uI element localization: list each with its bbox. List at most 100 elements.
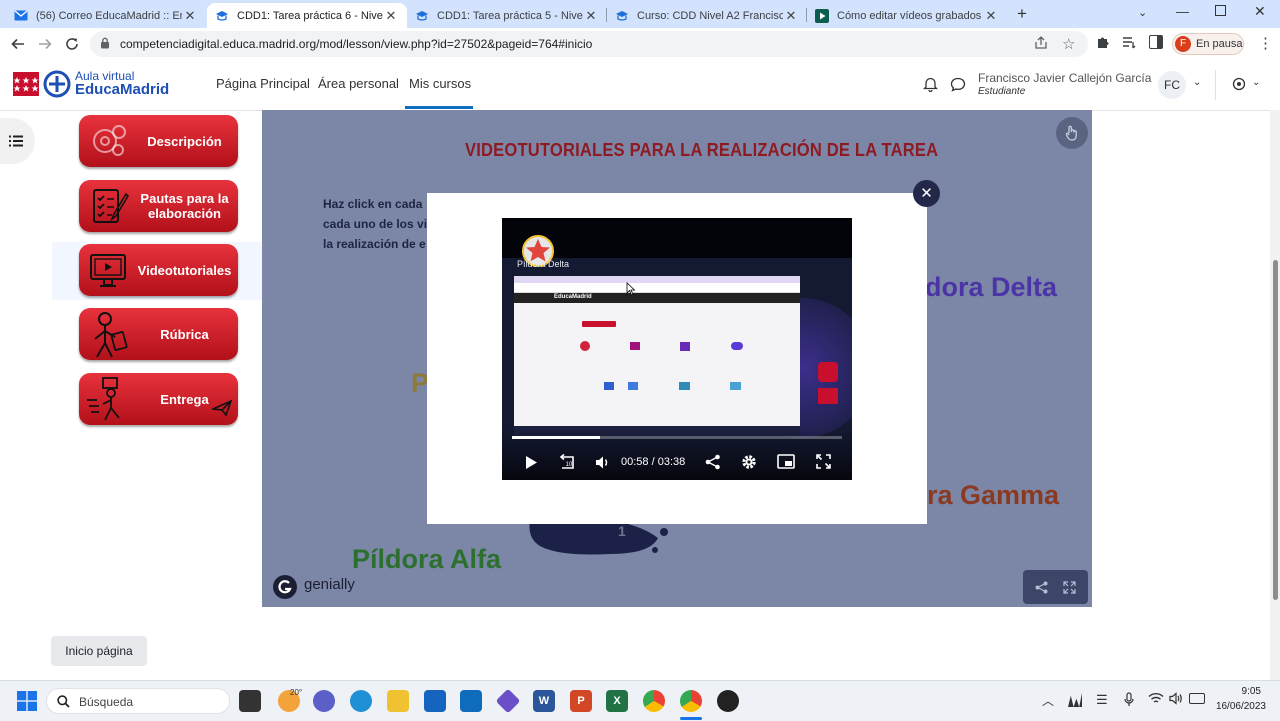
new-tab-button[interactable]: + [1012, 4, 1032, 24]
powerpoint-icon[interactable]: P [570, 690, 592, 712]
rewind-10-icon[interactable]: 10 [558, 453, 576, 474]
sidebar-button-rubrica[interactable]: Rúbrica [79, 308, 238, 360]
address-bar[interactable]: competenciadigital.educa.madrid.org/mod/… [90, 31, 1088, 57]
taskbar-time[interactable]: 9:05 [1221, 686, 1261, 697]
bookmark-star-icon[interactable]: ☆ [1062, 35, 1075, 53]
close-icon[interactable]: ✕ [383, 8, 399, 24]
accessibility-settings-icon[interactable] [1232, 77, 1246, 94]
windows-start-icon[interactable] [17, 691, 37, 714]
nav-area-personal[interactable]: Área personal [318, 76, 399, 91]
mail-icon [14, 9, 28, 23]
share-icon[interactable] [1034, 36, 1048, 53]
sidebar-button-descripcion[interactable]: Descripción [79, 115, 238, 167]
obs-recorder-icon[interactable] [717, 690, 739, 712]
video-progress-track[interactable] [512, 436, 842, 439]
browser-tab[interactable]: (56) Correo EducaMadrid :: Entrada ✕ [6, 3, 206, 28]
excel-icon[interactable]: X [606, 690, 628, 712]
microphone-icon[interactable] [1124, 692, 1134, 710]
close-icon[interactable]: ✕ [583, 8, 599, 24]
media-queue-icon[interactable] [1122, 35, 1136, 52]
play-icon[interactable] [524, 455, 538, 473]
word-icon[interactable]: W [533, 690, 555, 712]
fullscreen-icon[interactable] [816, 454, 831, 472]
forward-arrow-icon[interactable] [35, 34, 55, 54]
sidebar-button-pautas[interactable]: Pautas para la elaboración [79, 180, 238, 232]
hand-pointer-button[interactable] [1056, 117, 1088, 149]
tray-chevron-icon[interactable]: ︿ [1042, 692, 1054, 709]
store-icon[interactable] [424, 690, 446, 712]
close-icon[interactable]: ✕ [182, 8, 198, 24]
browser-tab-strip: (56) Correo EducaMadrid :: Entrada ✕ CDD… [0, 0, 1280, 28]
checklist-pencil-icon [79, 180, 137, 232]
user-menu-chevron-icon[interactable]: ⌄ [1193, 77, 1201, 88]
scrollbar-thumb[interactable] [1273, 260, 1278, 600]
genially-logo-icon[interactable] [272, 574, 298, 603]
browser-tab[interactable]: Cómo editar vídeos grabados de ✕ [807, 3, 1007, 28]
mouse-cursor-icon [626, 282, 636, 299]
side-panel-icon[interactable] [1149, 35, 1163, 49]
wifi-icon[interactable] [1148, 692, 1164, 708]
miniplayer-icon[interactable] [777, 454, 795, 472]
settings-gear-icon[interactable] [740, 453, 758, 474]
pildora-alfa-link[interactable]: Píldora Alfa [352, 544, 501, 575]
speaker-icon[interactable] [1169, 692, 1183, 708]
more-vertical-icon[interactable]: ⋮ [1258, 34, 1273, 52]
tab-search-chevron-icon[interactable]: ⌄ [1138, 6, 1147, 19]
channel-name: Píldora Delta [517, 259, 570, 269]
browser-tab-active[interactable]: CDD1: Tarea práctica 6 - Nivel A2 ✕ [207, 3, 407, 28]
video-player[interactable]: Píldora Delta EducaMadrid 10 00:58 / 03:… [502, 218, 852, 480]
tray-sliders-icon[interactable]: ☰ [1096, 692, 1108, 708]
teams-chat-icon[interactable] [313, 690, 335, 712]
back-arrow-icon[interactable] [8, 34, 28, 54]
taskbar-date[interactable]: 16/06/2023 [1211, 701, 1266, 712]
educamadrid-logo-icon[interactable] [43, 70, 71, 101]
close-icon[interactable]: ✕ [783, 8, 799, 24]
user-name[interactable]: Francisco Javier Callejón García [978, 71, 1151, 85]
file-explorer-icon[interactable] [387, 690, 409, 712]
recorded-browser-frame: EducaMadrid [514, 276, 800, 436]
user-avatar[interactable]: FC [1158, 71, 1186, 99]
bell-icon[interactable] [922, 76, 939, 95]
chat-bubble-icon[interactable] [950, 77, 966, 95]
mail-icon[interactable] [460, 690, 482, 712]
url-text[interactable]: competenciadigital.educa.madrid.org/mod/… [120, 37, 592, 51]
pildora-gamma-link[interactable]: ra Gamma [927, 480, 1059, 511]
share-icon[interactable] [1035, 581, 1048, 594]
battery-icon[interactable] [1189, 693, 1205, 704]
back-to-top-button[interactable]: Inicio página [51, 636, 147, 666]
header-divider [1215, 70, 1216, 100]
nav-pagina-principal[interactable]: Página Principal [216, 76, 310, 91]
volume-icon[interactable] [595, 455, 611, 473]
share-icon[interactable] [705, 454, 721, 473]
recorded-flag-icon [818, 388, 838, 404]
nav-mis-cursos[interactable]: Mis cursos [409, 76, 471, 91]
profile-avatar: F [1175, 36, 1191, 52]
browser-tab[interactable]: Curso: CDD Nivel A2 Francisco Javier ✕ [607, 3, 807, 28]
extensions-puzzle-icon[interactable] [1096, 35, 1110, 52]
sidebar-button-entrega[interactable]: Entrega [79, 373, 238, 425]
settings-chevron-icon[interactable]: ⌄ [1252, 77, 1260, 88]
lock-icon[interactable] [100, 37, 110, 52]
profile-paused-button[interactable]: F En pausa [1172, 33, 1244, 55]
browser-tab[interactable]: CDD1: Tarea práctica 5 - Nivel A2 ✕ [407, 3, 607, 28]
course-index-toggle[interactable] [0, 118, 35, 164]
edge-icon[interactable] [350, 690, 372, 712]
comunidad-madrid-logo[interactable] [13, 72, 39, 99]
sidebar-button-videotutoriales[interactable]: Videotutoriales [79, 244, 238, 296]
task-view-icon[interactable] [239, 690, 261, 712]
chrome-icon[interactable] [643, 690, 665, 712]
tray-chart-icon[interactable] [1068, 693, 1082, 707]
taskbar-search-box[interactable]: Búsqueda [46, 688, 230, 714]
maximize-icon[interactable] [1215, 5, 1226, 16]
chrome-profile-icon[interactable] [680, 690, 702, 712]
lightbox-close-button[interactable]: ✕ [913, 180, 940, 207]
window-close-icon[interactable]: ✕ [1254, 3, 1266, 20]
copilot-icon[interactable] [495, 688, 521, 714]
reload-icon[interactable] [62, 34, 82, 54]
moodle-icon [615, 9, 629, 23]
pildora-delta-link[interactable]: dora Delta [925, 272, 1057, 303]
fullscreen-icon[interactable] [1063, 581, 1076, 594]
page-scrollbar[interactable] [1270, 110, 1280, 680]
close-icon[interactable]: ✕ [983, 8, 999, 24]
minimize-icon[interactable]: — [1176, 4, 1189, 19]
